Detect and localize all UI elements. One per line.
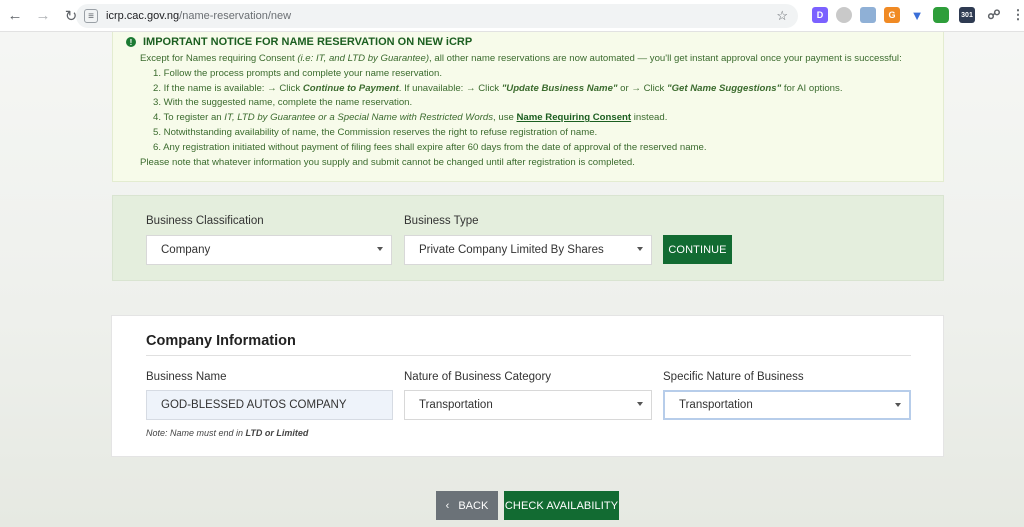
- url-host: icrp.cac.gov.ng: [106, 10, 180, 22]
- chevron-down-icon: [377, 247, 383, 251]
- browser-toolbar: ← → ↻ ≡ icrp.cac.gov.ng/name-reservation…: [0, 0, 1024, 32]
- chevron-down-icon: [895, 403, 901, 407]
- step2-text-4: for AI options.: [781, 82, 843, 94]
- notice-step-1: 1. Follow the process prompts and comple…: [153, 67, 443, 79]
- site-info-icon[interactable]: ≡: [84, 9, 98, 23]
- extension-bars-icon[interactable]: [860, 7, 876, 23]
- back-label: BACK: [458, 499, 489, 512]
- step2-text: 2. If the name is available: → Click: [153, 82, 303, 94]
- address-bar[interactable]: ≡ icrp.cac.gov.ng/name-reservation/new ☆: [76, 4, 798, 28]
- menu-dots-icon[interactable]: ⋮: [1010, 7, 1024, 23]
- chevron-left-icon: ‹: [445, 499, 450, 512]
- extension-d-icon[interactable]: D: [812, 7, 828, 23]
- notice-step-4: 4. To register an IT, LTD by Guarantee o…: [126, 111, 943, 126]
- specific-nature-label: Specific Nature of Business: [663, 371, 804, 383]
- notice-intro: Except for Names requiring Consent (i.e:…: [126, 52, 943, 67]
- nature-category-select[interactable]: Transportation: [404, 390, 652, 420]
- nature-category-label: Nature of Business Category: [404, 371, 552, 383]
- business-name-value: GOD-BLESSED AUTOS COMPANY: [161, 399, 347, 411]
- notice-intro-italic: (i.e: IT, and LTD by Guarantee): [297, 53, 430, 64]
- specific-nature-value: Transportation: [679, 399, 753, 411]
- extension-g-icon[interactable]: G: [884, 7, 900, 23]
- business-classification-select[interactable]: Company: [146, 235, 392, 265]
- business-type-label: Business Type: [404, 215, 479, 227]
- back-button[interactable]: ‹ BACK: [436, 491, 498, 520]
- forward-arrow-icon[interactable]: →: [30, 3, 56, 29]
- notice-title: ! IMPORTANT NOTICE FOR NAME RESERVATION …: [126, 35, 943, 49]
- notice-step-3: 3. With the suggested name, complete the…: [153, 97, 413, 109]
- step2-get-suggestions: "Get Name Suggestions": [667, 82, 782, 94]
- specific-nature-select[interactable]: Transportation: [663, 390, 911, 420]
- step2-text-2: . If unavailable: → Click: [398, 82, 502, 94]
- business-classification-value: Company: [161, 244, 211, 256]
- extension-301-icon[interactable]: 301: [959, 7, 975, 23]
- business-classification-label: Business Classification: [146, 215, 264, 227]
- extensions-puzzle-icon[interactable]: ☍: [986, 7, 1002, 23]
- step2-text-3: or → Click: [617, 82, 668, 94]
- notice-step-5: 5. Notwithstanding availability of name,…: [153, 126, 598, 138]
- panel-title: Company Information: [146, 333, 296, 349]
- business-type-value: Private Company Limited By Shares: [419, 244, 604, 256]
- info-icon: !: [126, 37, 136, 47]
- bookmark-star-icon[interactable]: ☆: [776, 8, 788, 24]
- back-arrow-icon[interactable]: ←: [2, 3, 28, 29]
- step4-text-2: , use: [493, 112, 517, 124]
- notice-title-text: IMPORTANT NOTICE FOR NAME RESERVATION ON…: [143, 36, 473, 48]
- extension-v-icon[interactable]: ▼: [909, 7, 925, 23]
- extension-robot-icon[interactable]: [933, 7, 949, 23]
- continue-button[interactable]: CONTINUE: [663, 235, 732, 264]
- note-bold: LTD or Limited: [245, 428, 309, 438]
- business-type-select[interactable]: Private Company Limited By Shares: [404, 235, 652, 265]
- name-requiring-consent-link[interactable]: Name Requiring Consent: [517, 112, 632, 123]
- step4-italic: IT, LTD by Guarantee or a Special Name w…: [224, 112, 494, 124]
- divider: [146, 355, 911, 356]
- step2-update-name: "Update Business Name": [501, 82, 618, 94]
- notice-footer: Please note that whatever information yo…: [140, 156, 635, 168]
- notice-intro-rest: , all other name reservations are now au…: [429, 53, 902, 64]
- chevron-down-icon: [637, 402, 643, 406]
- check-availability-button[interactable]: CHECK AVAILABILITY: [504, 491, 619, 520]
- step4-text: 4. To register an: [153, 112, 225, 124]
- note-text: Note: Name must end in: [146, 428, 246, 438]
- company-information-panel: Company Information Business Name GOD-BL…: [111, 315, 944, 457]
- business-name-note: Note: Name must end in LTD or Limited: [146, 428, 308, 438]
- notice-intro-text: Except for Names requiring Consent: [140, 53, 298, 64]
- business-name-label: Business Name: [146, 371, 227, 383]
- nature-category-value: Transportation: [419, 399, 493, 411]
- url-path: /name-reservation/new: [179, 10, 292, 22]
- notice-step-2: 2. If the name is available: → Click Con…: [126, 82, 943, 97]
- extension-circle-icon[interactable]: [836, 7, 852, 23]
- step2-continue-payment: Continue to Payment: [302, 82, 399, 94]
- important-notice: ! IMPORTANT NOTICE FOR NAME RESERVATION …: [112, 32, 944, 182]
- business-name-input[interactable]: GOD-BLESSED AUTOS COMPANY: [146, 390, 393, 420]
- step4-text-3: instead.: [631, 112, 668, 124]
- business-classification-panel: Business Classification Company Business…: [112, 195, 944, 281]
- chevron-down-icon: [637, 247, 643, 251]
- notice-step-6: 6. Any registration initiated without pa…: [153, 141, 707, 153]
